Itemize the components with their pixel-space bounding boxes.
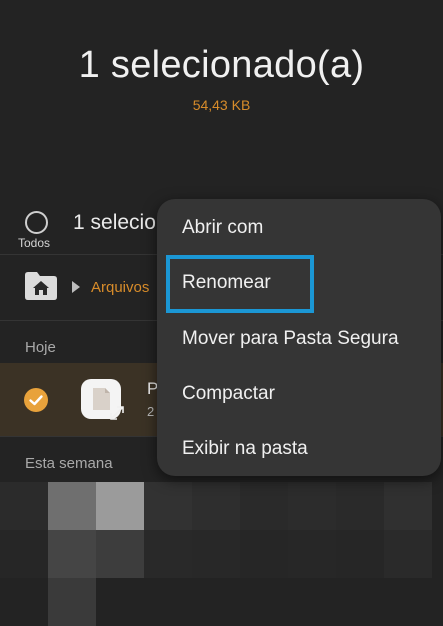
selection-title: 1 selecionado(a): [78, 44, 365, 86]
thumbnail[interactable]: [144, 482, 192, 530]
thumbnail[interactable]: [48, 530, 96, 578]
select-all-label[interactable]: Todos: [18, 236, 50, 250]
breadcrumb-arrow-icon: [72, 281, 80, 293]
thumbnail[interactable]: [0, 530, 48, 578]
thumbnail[interactable]: [288, 530, 336, 578]
menu-item-compress[interactable]: Compactar: [182, 383, 275, 405]
selection-size: 54,43 KB: [192, 97, 251, 113]
section-header-today: Hoje: [25, 339, 56, 356]
section-header-this-week: Esta semana: [25, 455, 113, 472]
menu-item-show-in-folder[interactable]: Exibir na pasta: [182, 438, 308, 460]
file-meta: 2: [147, 404, 155, 419]
thumbnail[interactable]: [240, 530, 288, 578]
thumbnail[interactable]: [240, 482, 288, 530]
thumbnail[interactable]: [336, 482, 384, 530]
thumbnail[interactable]: [144, 530, 192, 578]
thumbnail[interactable]: [48, 578, 96, 626]
home-folder-icon[interactable]: [23, 269, 59, 301]
rename-highlight-box: [166, 255, 314, 313]
check-circle-icon[interactable]: [24, 388, 48, 412]
expand-icon: [108, 404, 126, 422]
thumbnail[interactable]: [384, 482, 432, 530]
select-all-checkbox[interactable]: [25, 211, 48, 234]
menu-item-move-to-secure-folder[interactable]: Mover para Pasta Segura: [182, 328, 399, 350]
thumbnail[interactable]: [48, 482, 96, 530]
thumbnail[interactable]: [96, 530, 144, 578]
thumbnail[interactable]: [96, 482, 144, 530]
thumbnail[interactable]: [192, 482, 240, 530]
context-menu: Abrir com Renomear Mover para Pasta Segu…: [157, 199, 441, 476]
selection-count-label: 1 selecio: [73, 211, 156, 234]
breadcrumb-label[interactable]: Arquivos: [91, 279, 149, 296]
thumbnail[interactable]: [0, 482, 48, 530]
thumbnail[interactable]: [288, 482, 336, 530]
thumbnail[interactable]: [192, 530, 240, 578]
thumbnail[interactable]: [384, 530, 432, 578]
menu-item-open-with[interactable]: Abrir com: [182, 217, 263, 239]
thumbnail[interactable]: [336, 530, 384, 578]
